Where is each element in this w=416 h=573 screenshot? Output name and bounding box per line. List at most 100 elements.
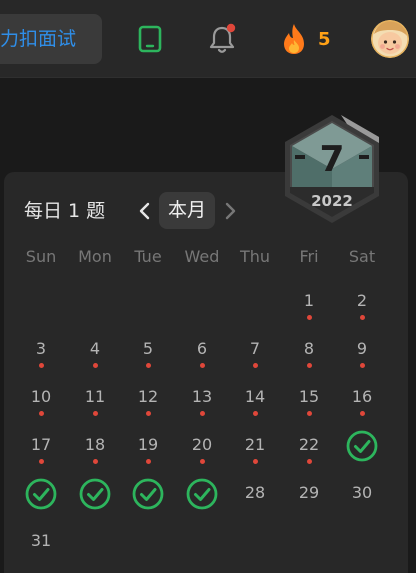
day-number: 1 (303, 291, 315, 310)
check-circle-icon[interactable] (345, 429, 379, 463)
calendar-day[interactable]: 8 (289, 336, 329, 376)
pending-dot (199, 459, 205, 464)
day-number: 2 (356, 291, 368, 310)
day-number: 14 (244, 387, 266, 406)
calendar-day[interactable]: 29 (289, 480, 329, 520)
avatar-image (371, 20, 409, 58)
day-number: 3 (35, 339, 47, 358)
day-number: 10 (30, 387, 52, 406)
badge-year: 2022 (311, 192, 353, 210)
day-number: 20 (191, 435, 213, 454)
weekday-label: Sun (25, 247, 57, 266)
tablet-icon[interactable] (138, 25, 162, 53)
streak-count: 5 (318, 29, 331, 50)
check-circle-icon[interactable] (78, 477, 112, 511)
pending-dot (145, 411, 151, 416)
pending-dot (306, 459, 312, 464)
calendar-day[interactable]: 9 (342, 336, 382, 376)
day-number: 19 (137, 435, 159, 454)
day-number: 4 (89, 339, 101, 358)
calendar-day[interactable]: 18 (75, 432, 115, 472)
flame-icon[interactable] (280, 22, 308, 56)
day-number: 8 (303, 339, 315, 358)
pending-dot (252, 459, 258, 464)
day-number: 30 (351, 483, 373, 502)
pending-dot (252, 411, 258, 416)
pending-dot (306, 363, 312, 368)
day-number: 17 (30, 435, 52, 454)
calendar-day[interactable]: 13 (182, 384, 222, 424)
calendar-day[interactable]: 14 (235, 384, 275, 424)
bell-icon[interactable] (207, 23, 237, 55)
pending-dot (38, 411, 44, 416)
calendar-day[interactable]: 19 (128, 432, 168, 472)
weekday-label: Wed (184, 247, 220, 266)
pending-dot (306, 315, 312, 320)
calendar-day[interactable]: 11 (75, 384, 115, 424)
day-number: 22 (298, 435, 320, 454)
calendar-day[interactable]: 3 (21, 336, 61, 376)
day-number: 5 (142, 339, 154, 358)
day-number: 13 (191, 387, 213, 406)
calendar-day[interactable]: 15 (289, 384, 329, 424)
calendar-day[interactable]: 16 (342, 384, 382, 424)
weekday-label: Mon (78, 247, 112, 266)
pending-dot (92, 459, 98, 464)
calendar-day[interactable]: 7 (235, 336, 275, 376)
day-number: 29 (298, 483, 320, 502)
pending-dot (306, 411, 312, 416)
avatar[interactable] (371, 20, 409, 58)
calendar-day[interactable]: 17 (21, 432, 61, 472)
pending-dot (38, 363, 44, 368)
pending-dot (145, 363, 151, 368)
pending-dot (38, 459, 44, 464)
day-number: 9 (356, 339, 368, 358)
calendar-day[interactable]: 21 (235, 432, 275, 472)
pending-dot (252, 363, 258, 368)
interview-button[interactable]: 力扣面试 (0, 14, 102, 64)
check-circle-icon[interactable] (24, 477, 58, 511)
calendar-day[interactable]: 22 (289, 432, 329, 472)
weekday-label: Thu (239, 247, 271, 266)
monthly-badge[interactable]: 7 2022 (281, 113, 383, 225)
pending-dot (359, 411, 365, 416)
weekday-label: Tue (134, 247, 162, 266)
month-selector[interactable]: 本月 (159, 192, 215, 229)
calendar-day[interactable]: 20 (182, 432, 222, 472)
calendar-day[interactable]: 6 (182, 336, 222, 376)
top-navigation-bar: 力扣面试 5 (0, 0, 416, 78)
day-number: 7 (249, 339, 261, 358)
weekday-label: Fri (299, 247, 319, 266)
chevron-right-icon[interactable] (221, 199, 239, 223)
pending-dot (92, 363, 98, 368)
chevron-left-icon[interactable] (136, 199, 154, 223)
weekday-label: Sat (348, 247, 376, 266)
day-number: 6 (196, 339, 208, 358)
badge-number: 7 (319, 139, 344, 180)
notification-dot (226, 23, 236, 33)
day-number: 11 (84, 387, 106, 406)
calendar-day[interactable]: 10 (21, 384, 61, 424)
pending-dot (199, 363, 205, 368)
calendar-day[interactable]: 2 (342, 288, 382, 328)
calendar-day[interactable]: 30 (342, 480, 382, 520)
day-number: 21 (244, 435, 266, 454)
calendar-day[interactable]: 1 (289, 288, 329, 328)
pending-dot (92, 411, 98, 416)
check-circle-icon[interactable] (131, 477, 165, 511)
calendar-day[interactable]: 4 (75, 336, 115, 376)
calendar-day[interactable]: 31 (21, 528, 61, 568)
pending-dot (359, 363, 365, 368)
card-title: 每日 1 题 (24, 200, 106, 222)
pending-dot (145, 459, 151, 464)
day-number: 28 (244, 483, 266, 502)
calendar-day[interactable]: 28 (235, 480, 275, 520)
check-circle-icon[interactable] (185, 477, 219, 511)
day-number: 12 (137, 387, 159, 406)
calendar-day[interactable]: 12 (128, 384, 168, 424)
day-number: 31 (30, 531, 52, 550)
calendar-day[interactable]: 5 (128, 336, 168, 376)
day-number: 15 (298, 387, 320, 406)
pending-dot (359, 315, 365, 320)
day-number: 18 (84, 435, 106, 454)
